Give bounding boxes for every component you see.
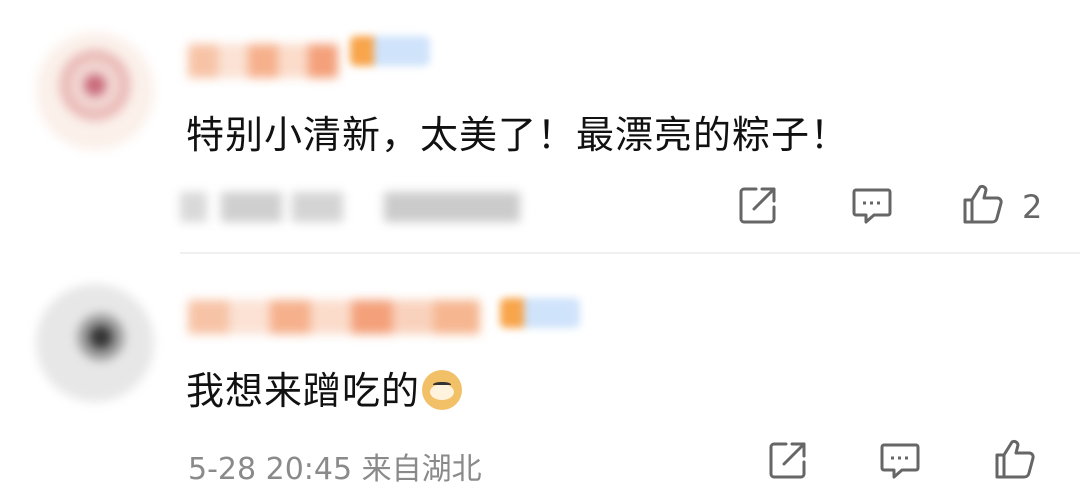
timestamp-location: 5-28 20:45 来自湖北 (188, 452, 482, 487)
username-blurred[interactable] (188, 44, 338, 78)
comment-text: 我想来蹭吃的 (186, 369, 421, 413)
share-button[interactable] (766, 438, 810, 482)
username-blurred[interactable] (188, 300, 480, 334)
avatar[interactable] (36, 32, 154, 150)
doge-emoji-icon (422, 370, 463, 410)
thumbs-up-icon (963, 184, 1003, 224)
comment-text-row: 我想来蹭吃的 (186, 360, 463, 415)
avatar[interactable] (36, 284, 154, 402)
share-icon (739, 187, 776, 224)
share-icon (769, 442, 806, 479)
like-button[interactable] (960, 182, 1004, 226)
comment-text: 特别小清新，太美了！最漂亮的粽子！ (186, 113, 850, 157)
user-badge (350, 36, 430, 66)
comment-icon (880, 443, 920, 479)
reply-button[interactable] (878, 438, 922, 482)
thumbs-up-icon (995, 439, 1035, 479)
like-count: 2 (1022, 188, 1043, 226)
comment-icon (852, 188, 892, 224)
user-badge (500, 298, 580, 328)
like-button[interactable] (992, 437, 1036, 481)
timestamp-blurred (180, 192, 520, 222)
comment-item: 我想来蹭吃的 5-28 20:45 来自湖北 (0, 254, 1080, 501)
comment-item: 特别小清新，太美了！最漂亮的粽子！ 2 (0, 0, 1080, 252)
share-button[interactable] (736, 183, 780, 227)
reply-button[interactable] (850, 183, 894, 227)
